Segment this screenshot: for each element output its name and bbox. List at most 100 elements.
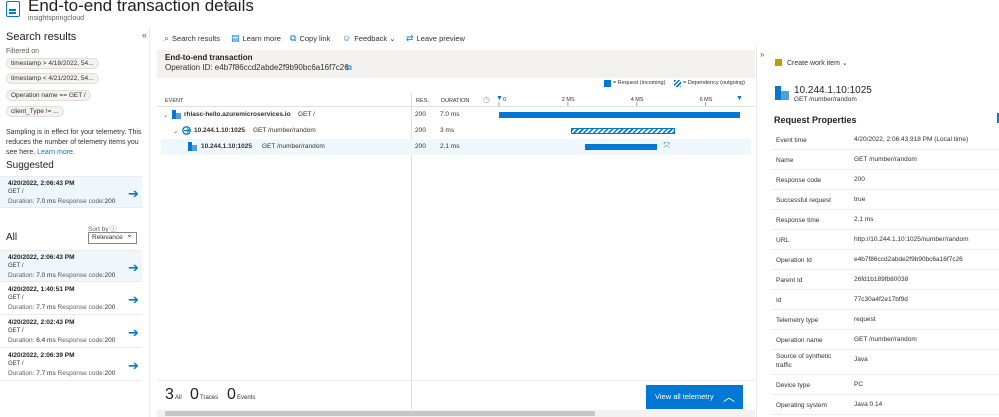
create-work-item-button[interactable]: Create work item ⌄ [787, 59, 848, 67]
row-res: 200 [415, 111, 426, 118]
feedback-button[interactable]: ☺ Feedback ⌄ [342, 33, 396, 43]
dependency-bar[interactable] [571, 128, 675, 134]
property-key: Successful request [776, 197, 831, 204]
copy-link-button[interactable]: ⧉ Copy link [290, 33, 330, 44]
all-label: All [175, 395, 182, 401]
property-row: URL http://10.244.1.10:1025/number/random [772, 230, 999, 250]
filter-chip[interactable]: client_Type != ... [6, 106, 64, 117]
property-key: URL [776, 237, 790, 244]
expand-panel-icon[interactable]: » [760, 50, 764, 59]
all-results-title: All [6, 232, 18, 243]
book-icon: ▤ [231, 33, 240, 43]
pin-icon[interactable]: ✎ [224, 1, 232, 12]
property-row: Source of synthetic traffic Java [772, 350, 999, 375]
app-service-icon [775, 86, 789, 100]
row-method: GET /number/random [253, 127, 316, 134]
all-count: 3 [165, 386, 174, 403]
property-row: Id 77c30a4f2e17bf9d [772, 290, 999, 310]
property-value: 4/20/2022, 2:06:43.918 PM (Local time) [854, 136, 969, 143]
sampling-notice: Sampling is in effect for your telemetry… [6, 128, 144, 158]
axis-tick-label: 6 MS [699, 97, 713, 103]
filter-chip[interactable]: Operation name == GET / [6, 90, 91, 101]
open-arrow-icon[interactable]: ➔ [128, 186, 139, 202]
search-results-title: Search results [6, 31, 77, 43]
row-duration: 7.0 ms [440, 111, 460, 118]
property-row: Event time 4/20/2022, 2:06:43.918 PM (Loc… [772, 130, 999, 150]
smiley-icon: ☺ [342, 33, 352, 43]
traces-label: Traces [200, 395, 219, 401]
property-value: Java [854, 356, 868, 363]
open-arrow-icon[interactable]: ➔ [128, 292, 139, 308]
result-method: GET / [8, 328, 24, 334]
suggested-title: Suggested [6, 160, 54, 171]
timeline-row[interactable]: ⌄ 10.244.1.10:1025 GET /number/random 20… [157, 123, 755, 139]
collapse-chevron-icon[interactable]: ⌄ [163, 111, 168, 119]
property-row: Operating system Java 0.14 [772, 395, 999, 415]
range-start-handle[interactable]: ▼ [496, 95, 503, 102]
property-value: e4b7f86ccd2abde2f9b90bc6a16f7c26 [854, 256, 963, 263]
property-key: Operation Id [776, 257, 812, 264]
resource-title: 10.244.1.10:1025 [794, 85, 872, 96]
result-meta: Duration: 7.7 ms Response code:200 [8, 370, 116, 377]
result-method: GET / [8, 263, 24, 269]
expand-icon[interactable]: ⤧ [663, 141, 669, 151]
result-method: GET / [8, 295, 24, 301]
result-date: 4/20/2022, 2:06:39 PM [8, 352, 75, 359]
scrollbar-thumb[interactable] [165, 411, 595, 416]
property-key: Response code [776, 177, 822, 184]
open-arrow-icon[interactable]: ➔ [128, 260, 139, 276]
result-item[interactable]: 4/20/2022, 2:06:43 PM GET / Duration: 7.… [0, 250, 142, 282]
property-key: Response time [776, 217, 820, 224]
property-value: 2.1 ms [854, 216, 874, 223]
result-item[interactable]: 4/20/2022, 2:06:39 PM GET / Duration: 7.… [0, 349, 142, 381]
collapse-chevron-icon[interactable]: ⌄ [173, 127, 178, 135]
property-value: PC [854, 381, 864, 388]
row-name: 10.244.1.10:1025 [201, 143, 252, 150]
property-value: true [854, 196, 866, 203]
filter-chip[interactable]: timestamp < 4/21/2022, 54... [6, 73, 99, 84]
property-value: 200 [854, 176, 865, 183]
app-service-icon [188, 142, 197, 153]
property-value: 77c30a4f2e17bf9d [854, 296, 908, 303]
switch-icon: ⇄ [406, 33, 414, 43]
property-row: Name GET /number/random [772, 150, 999, 170]
filter-chip[interactable]: timestamp > 4/18/2022, 54... [6, 58, 99, 69]
learn-more-button[interactable]: ▤ Learn more [231, 33, 281, 44]
timeline-row[interactable]: ⌄ rhlasc-hello.azuremicroservices.io GET… [157, 107, 755, 123]
request-bar[interactable] [499, 112, 740, 118]
property-key: Event time [776, 137, 807, 144]
suggested-result[interactable]: 4/20/2022, 2:06:43 PM GET / Duration: 7.… [0, 176, 142, 208]
result-method: GET / [8, 361, 24, 367]
property-row: Response time 2.1 ms [772, 210, 999, 230]
property-key: Operating system [776, 402, 827, 409]
axis-tick-label: 4 MS [630, 97, 644, 103]
collapse-panel-icon[interactable]: « [142, 30, 147, 40]
property-key: Telemetry type [776, 317, 819, 324]
search-results-button[interactable]: ⌕ Search results [164, 33, 220, 44]
transaction-panel: End-to-end transaction Operation ID: e4b… [157, 50, 755, 417]
request-bar[interactable] [585, 144, 658, 150]
resource-subtitle: insightspringcloud [28, 15, 85, 22]
transaction-details-icon [6, 1, 20, 17]
range-end-handle[interactable]: ▼ [736, 95, 743, 102]
open-arrow-icon[interactable]: ➔ [128, 358, 139, 374]
view-all-telemetry-label: View all telemetry [655, 392, 714, 401]
copy-icon: ⧉ [290, 33, 297, 43]
more-options-icon[interactable]: ··· [242, 0, 252, 10]
property-key: Name [776, 157, 794, 164]
timeline-row-selected[interactable]: 10.244.1.10:1025 GET /number/random 200 … [161, 139, 751, 155]
property-row: Response code 200 [772, 170, 999, 190]
resource-operation: GET /number/random [794, 96, 857, 103]
leave-preview-button[interactable]: ⇄ Leave preview [406, 33, 465, 44]
events-label: Events [237, 395, 256, 401]
result-meta: Duration: 6.4 ms Response code:200 [8, 337, 116, 344]
result-item[interactable]: 4/20/2022, 2:02:43 PM GET / Duration: 6.… [0, 316, 142, 348]
sort-by-dropdown[interactable]: Relevance [88, 230, 137, 244]
open-arrow-icon[interactable]: ➔ [128, 325, 139, 341]
app-service-icon [172, 110, 181, 119]
result-item[interactable]: 4/20/2022, 1:40:51 PM GET / Duration: 7.… [0, 283, 142, 315]
http-dependency-icon [182, 126, 191, 137]
property-value: GET /number/random [854, 156, 917, 163]
view-all-telemetry-button[interactable]: View all telemetry ︿ [646, 385, 743, 409]
learn-more-link[interactable]: Learn more. [37, 149, 75, 156]
